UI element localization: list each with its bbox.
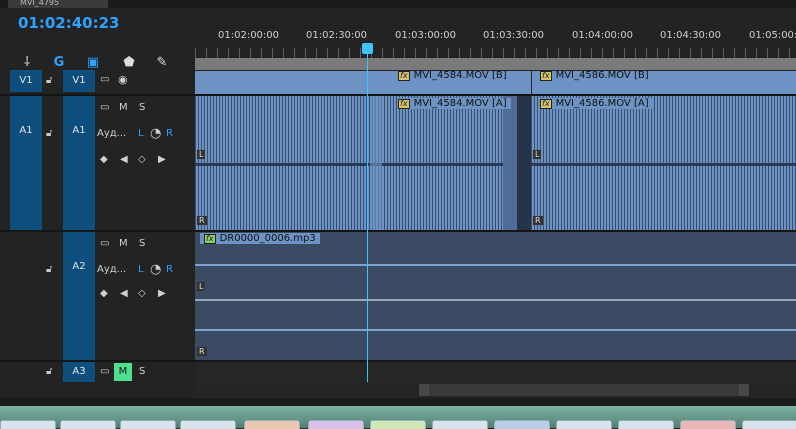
clip-name: MVI_4584.MOV [B] xyxy=(413,70,507,81)
track-header-a2: 🔓︎ A2 ▭ M S Ауд... L ◔ R ◆ ◀ ◇ ▶ xyxy=(0,232,195,360)
ruler-label: 01:04:30:00 xyxy=(660,30,722,41)
clip-a1-left[interactable]: fx MVI_4584.MOV [A] xyxy=(398,98,511,109)
pan-knob-icon[interactable]: ◔ xyxy=(150,262,161,277)
clip-name: DR0000_0006.mp3 xyxy=(219,233,316,244)
next-keyframe-icon[interactable]: ▶ xyxy=(158,288,166,299)
clip-a1-right[interactable]: fx MVI_4586.MOV [A] xyxy=(540,98,653,109)
fx-icon: fx xyxy=(540,99,552,109)
volume-line[interactable] xyxy=(195,264,796,266)
lock-icon[interactable]: 🔓︎ xyxy=(46,75,52,86)
edit-point[interactable] xyxy=(531,71,532,94)
mute-button[interactable]: M xyxy=(119,238,128,249)
track-header-a3: 🔓︎ A3 ▭ M S xyxy=(0,362,195,382)
channel-label-r: R xyxy=(533,216,543,225)
next-keyframe-icon[interactable]: ▶ xyxy=(158,154,166,165)
solo-button[interactable]: S xyxy=(139,102,145,113)
channel-divider xyxy=(195,299,796,301)
quiet-section xyxy=(503,96,517,230)
clip-name: MVI_4586.MOV [B] xyxy=(555,70,649,81)
target-v1[interactable]: V1 xyxy=(63,70,95,92)
sequence-tab[interactable]: MVI_4795 xyxy=(8,0,108,8)
channel-label-r: R xyxy=(197,216,207,225)
clip-a2[interactable]: fx DR0000_0006.mp3 xyxy=(200,233,320,244)
fx-icon: fx xyxy=(398,99,410,109)
track-header-v1: V1 🔓︎ V1 ▭ ◉ xyxy=(0,70,195,94)
track-header-a1: A1 🔓︎ A1 ▭ M S Ауд... L ◔ R ◆ ◀ ◇ ▶ xyxy=(0,96,195,230)
sync-icon[interactable]: ▭ xyxy=(100,238,109,249)
work-area-bar[interactable] xyxy=(195,58,796,70)
pan-left-label: L xyxy=(138,128,144,139)
ruler-label: 01:02:30:00 xyxy=(306,30,368,41)
pan-right-label: R xyxy=(166,128,173,139)
clip-v1-left[interactable]: fx MVI_4584.MOV [B] xyxy=(398,70,507,81)
ruler-label: 01:03:00:00 xyxy=(395,30,457,41)
ruler-label: 01:05:00: xyxy=(749,30,796,41)
timecode-display[interactable]: 01:02:40:23 xyxy=(18,14,120,32)
sync-icon[interactable]: ▭ xyxy=(100,74,109,85)
tab-strip xyxy=(0,0,796,8)
volume-line[interactable] xyxy=(195,329,796,331)
playhead-handle[interactable] xyxy=(362,43,373,54)
ruler-label: 01:03:30:00 xyxy=(483,30,545,41)
channel-label-l: L xyxy=(197,282,206,291)
sync-icon[interactable]: ▭ xyxy=(100,366,109,377)
clip-name: MVI_4584.MOV [A] xyxy=(413,98,507,109)
lock-icon[interactable]: 🔓︎ xyxy=(46,128,52,139)
scrollbar-thumb[interactable] xyxy=(419,384,749,396)
source-patch-a1[interactable]: A1 xyxy=(10,96,42,230)
lock-icon[interactable]: 🔓︎ xyxy=(46,366,52,377)
ruler-ticks xyxy=(195,48,796,58)
track-name[interactable]: Ауд... xyxy=(97,128,126,139)
fx-icon: fx xyxy=(204,234,216,244)
ruler-label: 01:02:00:00 xyxy=(218,30,280,41)
channel-label-r: R xyxy=(197,347,207,356)
clip-v1-right[interactable]: fx MVI_4586.MOV [B] xyxy=(540,70,649,81)
target-a3[interactable]: A3 xyxy=(63,362,95,382)
target-a2[interactable]: A2 xyxy=(63,232,95,360)
a3-track-area xyxy=(195,362,796,382)
pan-right-label: R xyxy=(166,264,173,275)
a2-clip[interactable] xyxy=(195,232,796,360)
solo-button[interactable]: S xyxy=(139,238,145,249)
keyframe-icon[interactable]: ◆ xyxy=(100,288,108,299)
fx-icon: fx xyxy=(540,71,552,81)
channel-label-l: L xyxy=(197,150,206,159)
panel-footer xyxy=(0,398,796,406)
ruler-label: 01:04:00:00 xyxy=(572,30,634,41)
prev-keyframe-icon[interactable]: ◀ xyxy=(120,154,128,165)
solo-button[interactable]: S xyxy=(139,366,145,377)
lock-icon[interactable]: 🔓︎ xyxy=(46,264,52,275)
playhead-line[interactable] xyxy=(367,44,368,382)
channel-label-l: L xyxy=(533,150,542,159)
fx-icon: fx xyxy=(398,71,410,81)
clip-name: MVI_4586.MOV [A] xyxy=(555,98,649,109)
target-a1[interactable]: A1 xyxy=(63,96,95,230)
quiet-section xyxy=(370,96,382,230)
add-keyframe-icon[interactable]: ◇ xyxy=(138,288,146,299)
prev-keyframe-icon[interactable]: ◀ xyxy=(120,288,128,299)
pan-knob-icon[interactable]: ◔ xyxy=(150,126,161,141)
pan-left-label: L xyxy=(138,264,144,275)
keyframe-icon[interactable]: ◆ xyxy=(100,154,108,165)
channel-divider xyxy=(195,163,796,166)
track-name[interactable]: Ауд... xyxy=(97,264,126,275)
mute-button[interactable]: M xyxy=(114,363,132,381)
add-keyframe-icon[interactable]: ◇ xyxy=(138,154,146,165)
source-patch-v1[interactable]: V1 xyxy=(10,70,42,92)
transition-gap[interactable] xyxy=(517,96,531,230)
eye-icon[interactable]: ◉ xyxy=(118,73,128,86)
sync-icon[interactable]: ▭ xyxy=(100,102,109,113)
mute-button[interactable]: M xyxy=(119,102,128,113)
